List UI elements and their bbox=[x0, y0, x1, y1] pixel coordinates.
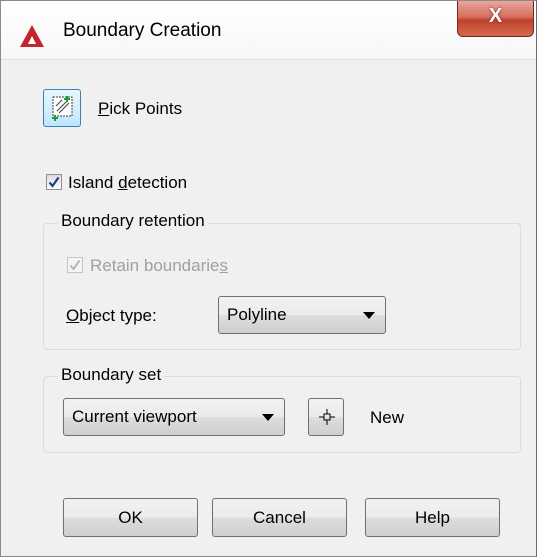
pick-points-button[interactable] bbox=[43, 89, 81, 127]
boundary-set-dropdown[interactable]: Current viewport bbox=[63, 398, 285, 436]
boundary-set-title: Boundary set bbox=[58, 365, 165, 385]
title-bar: Boundary Creation X bbox=[1, 1, 536, 59]
chevron-down-icon bbox=[363, 312, 375, 319]
island-detection-label[interactable]: Island detection bbox=[68, 173, 187, 193]
retain-boundaries-label: Retain boundaries bbox=[90, 256, 228, 275]
window-title: Boundary Creation bbox=[63, 20, 222, 41]
autocad-logo-icon bbox=[20, 25, 44, 47]
chevron-down-icon bbox=[262, 414, 274, 421]
new-boundary-set-button[interactable] bbox=[308, 398, 344, 436]
island-detection-checkbox[interactable] bbox=[46, 174, 62, 190]
object-type-dropdown[interactable]: Polyline bbox=[218, 296, 386, 334]
object-type-value: Polyline bbox=[227, 305, 287, 324]
boundary-creation-dialog: Boundary Creation X Pick Points Island d… bbox=[0, 0, 537, 557]
close-icon: X bbox=[488, 5, 503, 27]
boundary-set-value: Current viewport bbox=[72, 407, 197, 426]
checkmark-icon bbox=[69, 259, 81, 271]
cancel-button[interactable]: Cancel bbox=[212, 498, 347, 537]
pick-points-label[interactable]: Pick Points bbox=[98, 99, 182, 119]
title-separator bbox=[1, 59, 536, 60]
retain-boundaries-checkbox[interactable] bbox=[67, 257, 83, 273]
checkmark-icon bbox=[48, 176, 60, 188]
object-type-label: Object type: bbox=[66, 306, 157, 325]
help-button[interactable]: Help bbox=[365, 498, 500, 537]
close-button[interactable]: X bbox=[457, 1, 534, 37]
crosshair-icon bbox=[319, 409, 335, 425]
pick-points-icon bbox=[52, 96, 73, 121]
new-label: New bbox=[370, 408, 405, 427]
boundary-retention-title: Boundary retention bbox=[58, 211, 208, 231]
ok-button[interactable]: OK bbox=[63, 498, 198, 537]
